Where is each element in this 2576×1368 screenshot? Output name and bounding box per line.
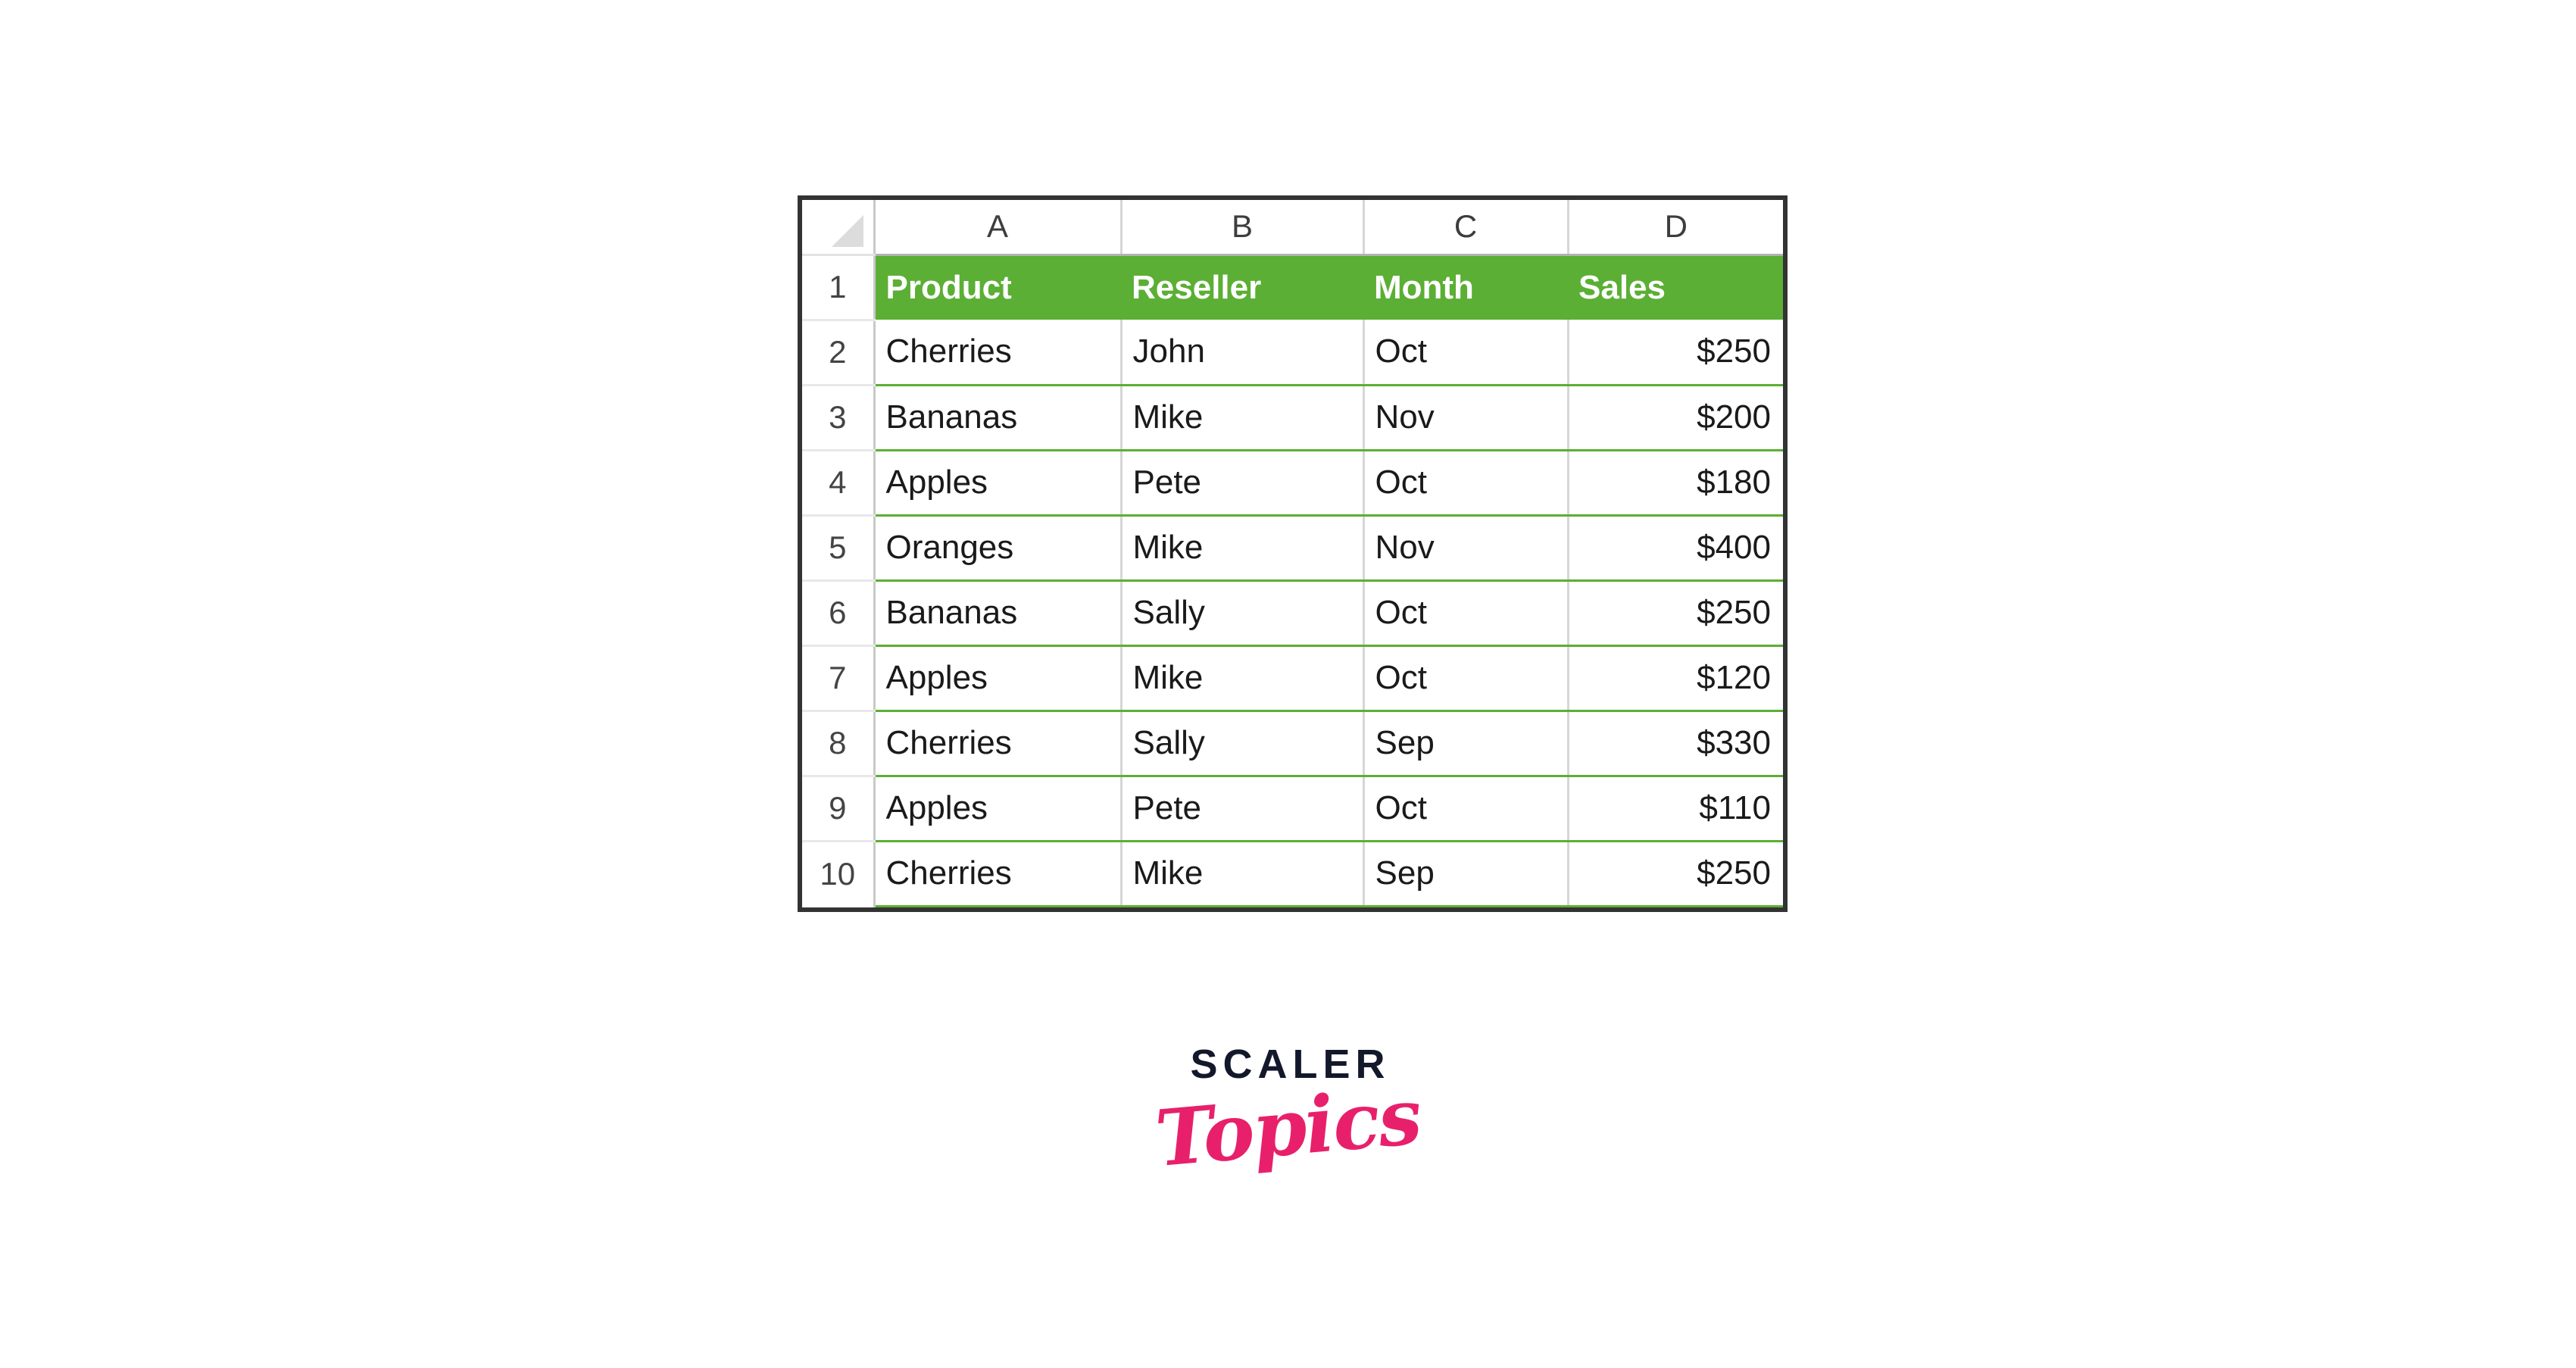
column-header-row: ABCD <box>802 200 1783 256</box>
table-header-row: 1 Product Reseller Month Sales <box>802 255 1783 321</box>
cell-month[interactable]: Nov <box>1363 385 1569 451</box>
cell-product[interactable]: Oranges <box>874 515 1123 582</box>
data-table: A B C D 1 Product Reseller Month Sales 2 Cherries J… <box>802 200 1783 907</box>
table-row: 7 Apples Mike Oct $120 <box>802 645 1783 712</box>
header-cell-month[interactable]: Month <box>1363 255 1568 320</box>
cell-product[interactable]: Bananas <box>874 580 1123 647</box>
cell-sales[interactable]: $120 <box>1568 645 1783 712</box>
cell-product[interactable]: Cherries <box>874 841 1123 907</box>
cell-month[interactable]: Oct <box>1363 320 1569 386</box>
row-number-4[interactable]: 4 <box>802 450 876 517</box>
cell-reseller[interactable]: Mike <box>1121 385 1365 451</box>
row-number-9[interactable]: 9 <box>802 776 876 842</box>
column-header-a[interactable]: A <box>874 200 1123 256</box>
column-header-b[interactable]: B <box>1121 200 1365 256</box>
cell-product[interactable]: Apples <box>874 776 1123 842</box>
row-number-5[interactable]: 5 <box>802 515 876 582</box>
row-number-1[interactable]: 1 <box>802 255 876 321</box>
cell-product[interactable]: Cherries <box>874 320 1123 386</box>
header-cell-sales[interactable]: Sales <box>1568 255 1783 320</box>
cell-sales[interactable]: $250 <box>1568 320 1783 386</box>
cell-month[interactable]: Oct <box>1363 580 1569 647</box>
table-row: 10 Cherries Mike Sep $250 <box>802 841 1783 907</box>
cell-sales[interactable]: $250 <box>1568 841 1783 907</box>
scaler-topics-logo: SCALER Topics <box>1146 1044 1430 1185</box>
cell-reseller[interactable]: Sally <box>1121 711 1365 777</box>
header-cell-product[interactable]: Product <box>874 255 1121 320</box>
row-number-8[interactable]: 8 <box>802 711 876 777</box>
cell-month[interactable]: Sep <box>1363 841 1569 907</box>
cell-product[interactable]: Bananas <box>874 385 1123 451</box>
cell-reseller[interactable]: Pete <box>1121 450 1365 517</box>
cell-month[interactable]: Nov <box>1363 515 1569 582</box>
cell-month[interactable]: Oct <box>1363 450 1569 517</box>
cell-reseller[interactable]: Sally <box>1121 580 1365 647</box>
cell-sales[interactable]: $180 <box>1568 450 1783 517</box>
row-number-6[interactable]: 6 <box>802 580 876 647</box>
row-number-3[interactable]: 3 <box>802 385 876 451</box>
table-row: 9 Apples Pete Oct $110 <box>802 776 1783 842</box>
header-cell-reseller[interactable]: Reseller <box>1121 255 1363 320</box>
spreadsheet-grid[interactable]: A B C D 1 Product Reseller Month Sales 2 Cherries J… <box>798 195 1788 912</box>
table-row: 8 Cherries Sally Sep $330 <box>802 711 1783 777</box>
cell-reseller[interactable]: Mike <box>1121 645 1365 712</box>
page-canvas: A B C D 1 Product Reseller Month Sales 2 Cherries J… <box>0 0 2576 1368</box>
logo-topics-text: Topics <box>1151 1070 1424 1185</box>
row-number-10[interactable]: 10 <box>802 841 876 906</box>
cell-reseller[interactable]: John <box>1121 320 1365 386</box>
table-row: 2 Cherries John Oct $250 <box>802 320 1783 386</box>
cell-reseller[interactable]: Mike <box>1121 841 1365 907</box>
table-row: 4 Apples Pete Oct $180 <box>802 450 1783 517</box>
table-row: 6 Bananas Sally Oct $250 <box>802 580 1783 647</box>
cell-sales[interactable]: $110 <box>1568 776 1783 842</box>
cell-reseller[interactable]: Mike <box>1121 515 1365 582</box>
cell-month[interactable]: Oct <box>1363 776 1569 842</box>
cell-product[interactable]: Apples <box>874 450 1123 517</box>
cell-month[interactable]: Oct <box>1363 645 1569 712</box>
column-header-d[interactable]: D <box>1568 200 1783 256</box>
select-all-triangle-icon <box>831 214 863 247</box>
cell-reseller[interactable]: Pete <box>1121 776 1365 842</box>
select-all-corner[interactable] <box>802 200 876 256</box>
column-header-c[interactable]: C <box>1363 200 1569 256</box>
cell-sales[interactable]: $400 <box>1568 515 1783 582</box>
table-row: 3 Bananas Mike Nov $200 <box>802 385 1783 451</box>
cell-sales[interactable]: $330 <box>1568 711 1783 777</box>
cell-month[interactable]: Sep <box>1363 711 1569 777</box>
cell-product[interactable]: Apples <box>874 645 1123 712</box>
cell-product[interactable]: Cherries <box>874 711 1123 777</box>
row-number-7[interactable]: 7 <box>802 645 876 712</box>
row-number-2[interactable]: 2 <box>802 320 876 386</box>
cell-sales[interactable]: $250 <box>1568 580 1783 647</box>
cell-sales[interactable]: $200 <box>1568 385 1783 451</box>
table-row: 5 Oranges Mike Nov $400 <box>802 515 1783 582</box>
